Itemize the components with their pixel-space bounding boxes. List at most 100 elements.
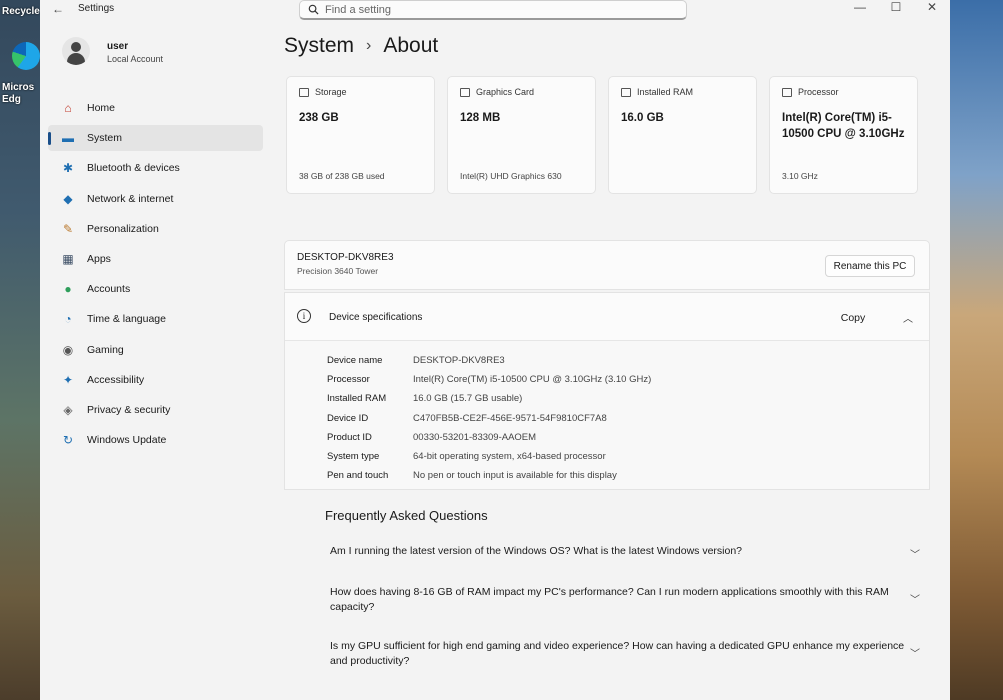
card-header: Installed RAM xyxy=(621,87,744,97)
edge-browser-icon[interactable] xyxy=(12,42,40,70)
spec-key: System type xyxy=(327,451,380,463)
update-icon: ↻ xyxy=(62,433,74,448)
user-profile[interactable]: user Local Account xyxy=(62,37,282,77)
page-title: About xyxy=(383,34,439,57)
minimize-icon[interactable]: — xyxy=(848,0,872,14)
device-specifications-header[interactable]: i Device specifications Copy ︿ xyxy=(285,293,929,341)
rename-pc-button[interactable]: Rename this PC xyxy=(825,255,915,277)
card-header: Storage xyxy=(299,87,422,97)
card-value: Intel(R) Core(TM) i5-10500 CPU @ 3.10GHz xyxy=(782,112,905,140)
edge-label-line2[interactable]: Edg xyxy=(2,94,21,105)
graphics-card-icon xyxy=(460,87,470,97)
card-footnote: Intel(R) UHD Graphics 630 xyxy=(460,171,562,181)
card-value: 238 GB xyxy=(299,112,339,124)
faq-item[interactable]: How does having 8-16 GB of RAM impact my… xyxy=(330,585,920,615)
copy-button[interactable]: Copy xyxy=(823,307,883,329)
card-value: 128 MB xyxy=(460,112,501,124)
search-input[interactable] xyxy=(325,3,625,16)
maximize-icon[interactable]: ☐ xyxy=(884,0,908,14)
sidebar-item-label: Network & internet xyxy=(87,192,174,205)
spec-card: Processor Intel(R) Core(TM) i5-10500 CPU … xyxy=(769,76,918,194)
avatar xyxy=(62,37,90,65)
spec-key: Installed RAM xyxy=(327,393,387,405)
desktop-background-right xyxy=(943,0,1003,700)
storage-icon xyxy=(299,87,309,97)
device-name-panel: DESKTOP-DKV8RE3 Precision 3640 Tower Ren… xyxy=(284,240,930,290)
faq-title: Frequently Asked Questions xyxy=(325,508,488,523)
sidebar-item-accessibility[interactable]: ✦ Accessibility xyxy=(48,367,263,393)
desktop-background-left: Recycle Micros Edg xyxy=(0,0,42,700)
sidebar-nav: ⌂ Home ▬ System ✱ Bluetooth & devices ◆ Network… xyxy=(48,95,263,457)
sidebar-item-bluetooth-devices[interactable]: ✱ Bluetooth & devices xyxy=(48,155,263,181)
sidebar-item-label: System xyxy=(87,132,123,145)
info-icon: i xyxy=(297,309,311,323)
sidebar-item-time-language[interactable]: ◔ Time & language xyxy=(48,306,263,332)
spec-value: 64-bit operating system, x64-based proce… xyxy=(413,451,606,463)
user-name: user xyxy=(107,41,129,52)
spec-row: Installed RAM 16.0 GB (15.7 GB usable) xyxy=(327,389,651,408)
sidebar-item-privacy-security[interactable]: ◈ Privacy & security xyxy=(48,397,263,423)
sidebar-item-home[interactable]: ⌂ Home xyxy=(48,95,263,121)
chevron-down-icon[interactable]: ﹀ xyxy=(910,647,920,662)
sidebar-item-system[interactable]: ▬ System xyxy=(48,125,263,152)
sidebar-item-accounts[interactable]: ● Accounts xyxy=(48,276,263,302)
back-arrow-icon[interactable]: ← xyxy=(52,2,64,16)
card-title: Graphics Card xyxy=(476,87,535,97)
spec-value: C470FB5B-CE2F-456E-9571-54F9810CF7A8 xyxy=(413,412,607,424)
spec-row: Pen and touch No pen or touch input is av… xyxy=(327,466,651,485)
device-model: Precision 3640 Tower xyxy=(297,266,379,276)
sidebar-item-apps[interactable]: ▦ Apps xyxy=(48,246,263,272)
wifi-icon: ◆ xyxy=(63,191,73,206)
sidebar-item-label: Privacy & security xyxy=(87,403,171,416)
brush-icon: ✎ xyxy=(62,221,74,236)
account-type: Local Account xyxy=(107,54,164,64)
edge-label-line1[interactable]: Micros xyxy=(2,82,34,93)
globe-clock-icon: ◔ xyxy=(64,312,72,327)
breadcrumb-parent[interactable]: System xyxy=(284,34,354,58)
chevron-down-icon[interactable]: ﹀ xyxy=(910,593,920,608)
sidebar-item-network-internet[interactable]: ◆ Network & internet xyxy=(48,186,263,212)
sidebar-item-personalization[interactable]: ✎ Personalization xyxy=(48,216,263,242)
faq-item[interactable]: Is my GPU sufficient for high end gaming… xyxy=(330,639,920,669)
sidebar-item-label: Windows Update xyxy=(87,434,167,447)
spec-rows: Device name DESKTOP-DKV8RE3 Processor Intel… xyxy=(327,351,651,485)
spec-card: Installed RAM 16.0 GB xyxy=(608,76,757,194)
spec-row: Device name DESKTOP-DKV8RE3 xyxy=(327,351,651,370)
faq-question: Am I running the latest version of the W… xyxy=(330,545,743,557)
home-icon: ⌂ xyxy=(64,101,72,115)
ram-icon xyxy=(621,87,631,97)
search-icon xyxy=(308,4,319,15)
sidebar-item-windows-update[interactable]: ↻ Windows Update xyxy=(48,427,263,453)
sidebar-item-gaming[interactable]: ◉ Gaming xyxy=(48,337,263,363)
shield-icon: ◈ xyxy=(63,402,73,417)
search-box[interactable] xyxy=(299,0,687,20)
spec-key: Product ID xyxy=(327,431,372,443)
processor-icon xyxy=(782,87,792,97)
accessibility-icon: ✦ xyxy=(62,372,74,387)
monitor-icon: ▬ xyxy=(62,131,74,146)
sidebar-item-label: Accounts xyxy=(87,283,131,296)
faq-item[interactable]: Am I running the latest version of the W… xyxy=(330,544,920,561)
card-header: Graphics Card xyxy=(460,87,583,97)
card-title: Storage xyxy=(315,87,347,97)
window-title: Settings xyxy=(78,3,115,14)
spec-card: Storage 238 GB 38 GB of 238 GB used xyxy=(286,76,435,194)
chevron-right-icon: › xyxy=(366,37,372,54)
faq-question: How does having 8-16 GB of RAM impact my… xyxy=(330,586,889,613)
card-title: Installed RAM xyxy=(637,87,694,97)
title-bar: ← Settings — ☐ ✕ xyxy=(40,0,950,20)
close-icon[interactable]: ✕ xyxy=(920,0,944,14)
accounts-icon: ● xyxy=(64,282,72,297)
spec-key: Pen and touch xyxy=(327,470,389,482)
faq-question: Is my GPU sufficient for high end gaming… xyxy=(330,640,905,667)
breadcrumb: System › About xyxy=(284,34,438,58)
chevron-up-icon[interactable]: ︿ xyxy=(903,310,913,325)
card-footnote: 38 GB of 238 GB used xyxy=(299,171,385,181)
settings-window: ← Settings — ☐ ✕ user Local Account ⌂ Hom… xyxy=(40,0,950,700)
card-title: Processor xyxy=(798,87,839,97)
recycle-bin-label[interactable]: Recycle xyxy=(2,6,40,17)
device-name: DESKTOP-DKV8RE3 xyxy=(297,252,394,263)
chevron-down-icon[interactable]: ﹀ xyxy=(910,548,920,563)
device-specifications-panel: i Device specifications Copy ︿ Device na… xyxy=(284,292,930,490)
card-footnote: 3.10 GHz xyxy=(782,171,818,181)
